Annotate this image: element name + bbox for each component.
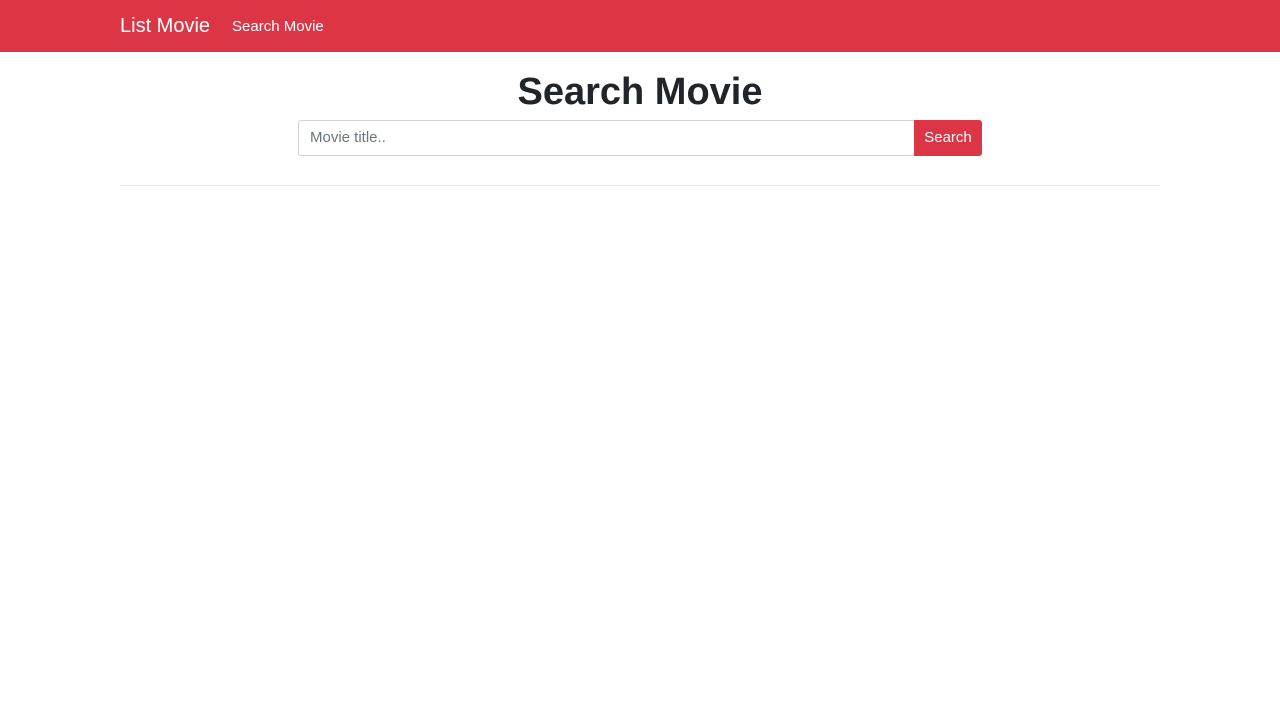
navbar: List Movie Search Movie	[0, 0, 1280, 52]
search-button[interactable]: Search	[914, 119, 982, 156]
search-input[interactable]	[298, 119, 914, 156]
nav-link-search-movie[interactable]: Search Movie	[232, 19, 324, 34]
main-content: Search Movie Search	[120, 71, 1160, 286]
brand-link[interactable]: List Movie	[120, 16, 210, 36]
page-title: Search Movie	[517, 71, 763, 113]
results-list	[120, 186, 1160, 286]
search-bar: Search	[298, 119, 982, 156]
